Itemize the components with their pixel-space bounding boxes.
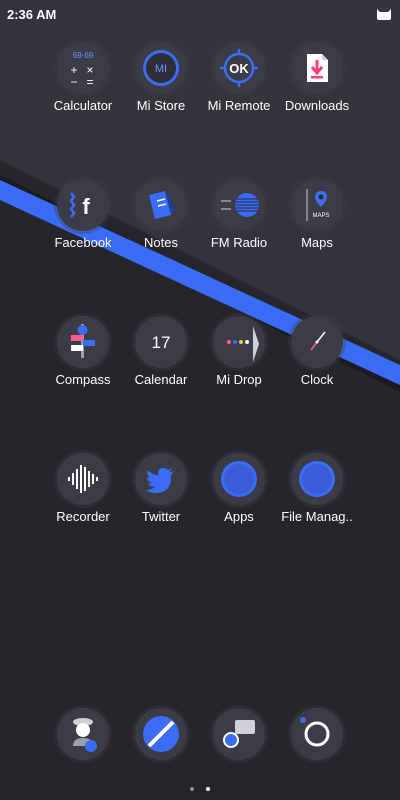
file-manager-icon [291, 453, 343, 505]
camera-icon [291, 708, 343, 760]
app-downloads[interactable]: Downloads [271, 42, 363, 142]
notes-icon [135, 179, 187, 231]
recorder-icon [57, 453, 109, 505]
phone-icon [57, 708, 109, 760]
svg-text:−: − [70, 75, 77, 89]
page-dot[interactable] [190, 787, 194, 791]
calendar-icon: 17 [135, 316, 187, 368]
svg-text:17: 17 [152, 333, 171, 352]
page-indicator [0, 778, 400, 796]
svg-text:f: f [82, 194, 90, 219]
svg-text:=: = [86, 75, 93, 89]
app-label: File Manag.. [281, 509, 353, 524]
facebook-icon: f [57, 179, 109, 231]
mi-remote-icon: OK [213, 42, 265, 94]
clock-icon [291, 316, 343, 368]
calculator-display: 69-69 [73, 51, 94, 60]
compass-icon [57, 316, 109, 368]
downloads-icon [291, 42, 343, 94]
messages-icon [213, 708, 265, 760]
app-clock[interactable]: Clock [271, 316, 363, 416]
radio-icon [213, 179, 265, 231]
dock-camera[interactable] [271, 708, 363, 768]
twitter-icon [135, 453, 187, 505]
status-time: 2:36 AM [7, 7, 57, 22]
svg-text:OK: OK [229, 61, 249, 76]
app-label: Downloads [284, 98, 350, 113]
cat-icon [377, 9, 391, 20]
calculator-icon: 69-69 + × − = [57, 42, 109, 94]
status-bar: 2:36 AM [0, 0, 400, 28]
mi-drop-icon [213, 316, 265, 368]
svg-text:MAPS: MAPS [312, 213, 329, 219]
svg-text:MI: MI [155, 63, 167, 75]
app-label: Clock [300, 372, 334, 387]
mi-store-icon: MI [135, 42, 187, 94]
page-dot-active[interactable] [206, 787, 210, 791]
app-label: Maps [301, 235, 333, 250]
maps-icon: MAPS [291, 179, 343, 231]
app-maps[interactable]: MAPS Maps [271, 179, 363, 279]
browser-icon [135, 708, 187, 760]
apps-icon [213, 453, 265, 505]
app-file-manager[interactable]: File Manag.. [271, 453, 363, 553]
